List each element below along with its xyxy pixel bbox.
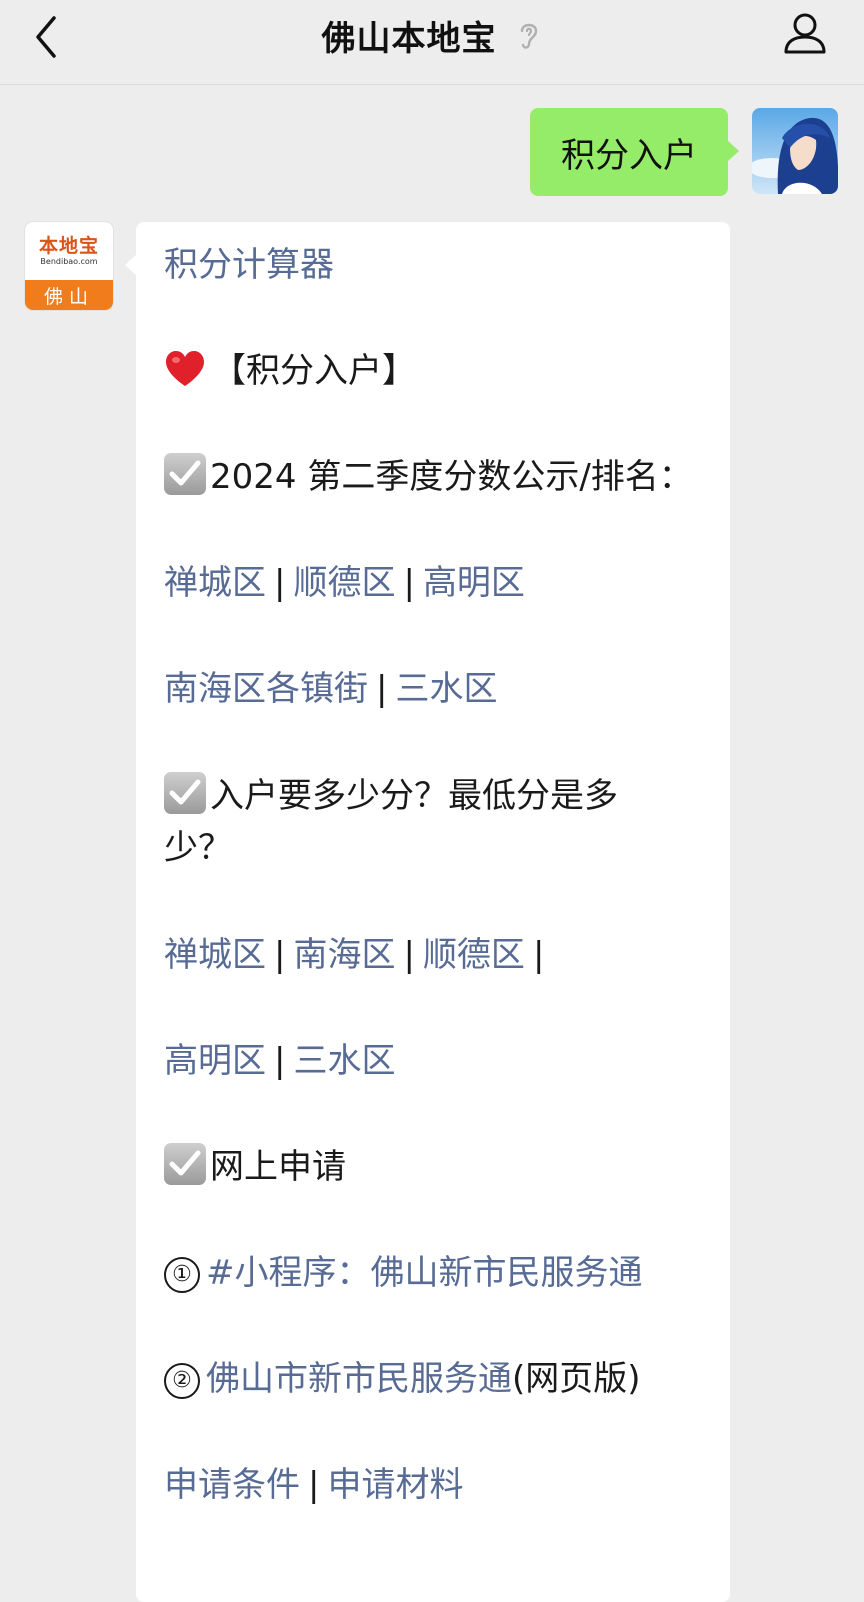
rank-links-row-1: 禅城区 | 顺德区 | 高明区 (164, 563, 525, 603)
checkbox-icon (164, 453, 206, 495)
logo-text: 本地宝 (38, 235, 99, 257)
outgoing-message-bubble[interactable]: 积分入户 (530, 108, 739, 196)
min-link-nanhai[interactable]: 南海区 (293, 935, 395, 975)
user-avatar[interactable] (752, 108, 838, 194)
conditions-row: 申请条件 | 申请材料 (164, 1465, 464, 1505)
question-text-line-1: 入户要多少分？最低分是多 (210, 776, 618, 816)
top-bar: 佛山本地宝 (0, 0, 864, 85)
min-links-row-2: 高明区 | 三水区 (164, 1041, 396, 1081)
min-link-shunde[interactable]: 顺德区 (423, 935, 525, 975)
apply-online-row: 网上申请 (164, 1141, 346, 1193)
section-heading: 【积分入户】 (164, 345, 416, 403)
logo-domain: Bendibao.com (40, 257, 98, 266)
heart-icon (164, 350, 206, 403)
notice-text: 2024 第二季度分数公示/排名： (210, 457, 693, 497)
min-link-gaoming[interactable]: 高明区 (164, 1041, 266, 1081)
mini-program-link[interactable]: #小程序：佛山新市民服务通 (206, 1253, 643, 1293)
mini-program-row: ① #小程序：佛山新市民服务通 (164, 1247, 643, 1299)
number-1-badge: ① (164, 1257, 200, 1293)
bot-avatar[interactable]: 本地宝 Bendibao.com 佛山 (25, 222, 113, 310)
checkbox-icon (164, 772, 206, 814)
min-link-chancheng[interactable]: 禅城区 (164, 935, 266, 975)
apply-online-text: 网上申请 (210, 1147, 346, 1187)
rank-link-shunde[interactable]: 顺德区 (293, 563, 395, 603)
materials-link[interactable]: 申请材料 (327, 1465, 463, 1505)
rank-link-gaoming[interactable]: 高明区 (423, 563, 525, 603)
logo-city: 佛山 (25, 280, 113, 310)
person-icon[interactable] (782, 10, 828, 56)
web-version-link[interactable]: 佛山市新市民服务通 (206, 1359, 512, 1399)
web-version-row: ② 佛山市新市民服务通(网页版) (164, 1353, 641, 1405)
rank-link-sanshui[interactable]: 三水区 (395, 669, 497, 709)
conditions-link[interactable]: 申请条件 (164, 1465, 300, 1505)
rank-link-chancheng[interactable]: 禅城区 (164, 563, 266, 603)
min-link-sanshui[interactable]: 三水区 (293, 1041, 395, 1081)
rank-link-nanhai-towns[interactable]: 南海区各镇街 (164, 669, 368, 709)
notice-row: 2024 第二季度分数公示/排名： (164, 451, 693, 503)
calculator-link[interactable]: 积分计算器 (164, 239, 334, 291)
incoming-message-bubble: 积分计算器 【积分入户】 2024 第二季度分数公示/排名： 禅城区 | 顺德区 | 高… (125, 222, 730, 1602)
question-text-line-2: 少？ (164, 828, 232, 868)
min-links-row-1: 禅城区 | 南海区 | 顺德区 | (164, 935, 545, 975)
ear-icon (515, 18, 543, 52)
question-row: 入户要多少分？最低分是多 (164, 770, 618, 822)
number-2-badge: ② (164, 1363, 200, 1399)
checkbox-icon (164, 1143, 206, 1185)
rank-links-row-2: 南海区各镇街 | 三水区 (164, 669, 498, 709)
chat-title: 佛山本地宝 (321, 18, 497, 59)
web-version-suffix: (网页版) (512, 1359, 641, 1399)
section-title: 【积分入户】 (212, 351, 416, 391)
